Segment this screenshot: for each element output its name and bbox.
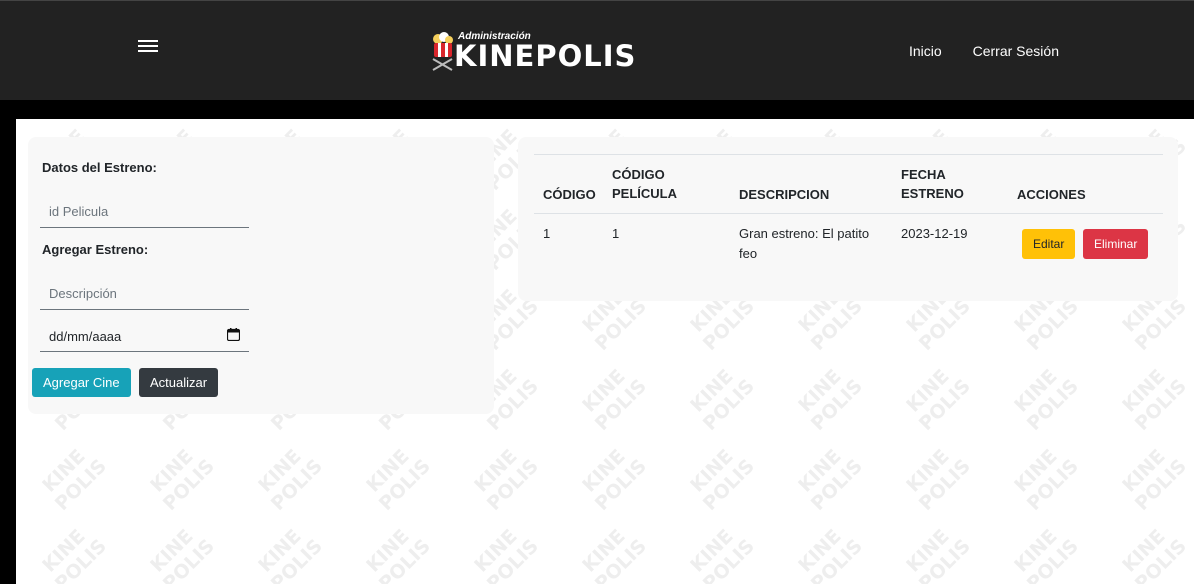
main-content: KINE POLIS Datos del Estreno: Agregar Es… <box>16 119 1194 584</box>
header-fecha-line1: FECHA <box>901 167 946 182</box>
nav-link-inicio[interactable]: Inicio <box>909 43 942 59</box>
descripcion-input[interactable] <box>40 278 249 310</box>
calendar-icon[interactable] <box>227 328 240 341</box>
cell-codigo: 1 <box>543 226 551 241</box>
agregar-cine-button[interactable]: Agregar Cine <box>32 368 131 397</box>
header-codigo: CÓDIGO <box>543 187 596 202</box>
table-top-border <box>534 154 1163 155</box>
header-codigo-pelicula-line2: PELÍCULA <box>612 186 677 201</box>
header-acciones: ACCIONES <box>1017 187 1086 202</box>
header-codigo-pelicula-line1: CÓDIGO <box>612 167 665 182</box>
table-header-border <box>534 213 1163 214</box>
estrenos-table: CÓDIGO CÓDIGO PELÍCULA DESCRIPCION FECHA… <box>518 137 1178 301</box>
cell-descripcion: Gran estreno: El patito feo <box>739 224 869 264</box>
date-placeholder: dd/mm/aaaa <box>49 329 122 344</box>
nav-link-cerrar-sesion[interactable]: Cerrar Sesión <box>973 43 1059 59</box>
cell-descripcion-line2: feo <box>739 246 758 261</box>
nav-links: Inicio Cerrar Sesión <box>909 43 1059 59</box>
header-descripcion: DESCRIPCION <box>739 187 830 202</box>
cell-descripcion-line1: Gran estreno: El patito <box>739 226 870 241</box>
eliminar-button[interactable]: Eliminar <box>1083 229 1149 259</box>
editar-button[interactable]: Editar <box>1022 229 1076 259</box>
agregar-estreno-label: Agregar Estreno: <box>42 242 149 257</box>
id-pelicula-input[interactable] <box>40 196 249 228</box>
popcorn-mascot-icon <box>432 32 453 71</box>
header-fecha-line2: ESTRENO <box>901 186 964 201</box>
menu-icon[interactable] <box>138 37 158 59</box>
header-fecha-estreno: FECHA ESTRENO <box>901 165 964 203</box>
cell-codigo-pelicula: 1 <box>612 226 620 241</box>
logo[interactable]: Administración KINEPOLIS <box>428 29 637 73</box>
navbar: Administración KINEPOLIS Inicio Cerrar S… <box>0 0 1194 100</box>
cell-fecha: 2023-12-19 <box>901 226 968 241</box>
actualizar-button[interactable]: Actualizar <box>139 368 219 397</box>
header-codigo-pelicula: CÓDIGO PELÍCULA <box>612 165 677 203</box>
datos-estreno-label: Datos del Estreno: <box>42 160 157 175</box>
logo-title: KINEPOLIS <box>454 39 637 73</box>
estreno-form: Datos del Estreno: Agregar Estreno: dd/m… <box>28 137 494 414</box>
fecha-estreno-input[interactable]: dd/mm/aaaa <box>40 320 249 352</box>
